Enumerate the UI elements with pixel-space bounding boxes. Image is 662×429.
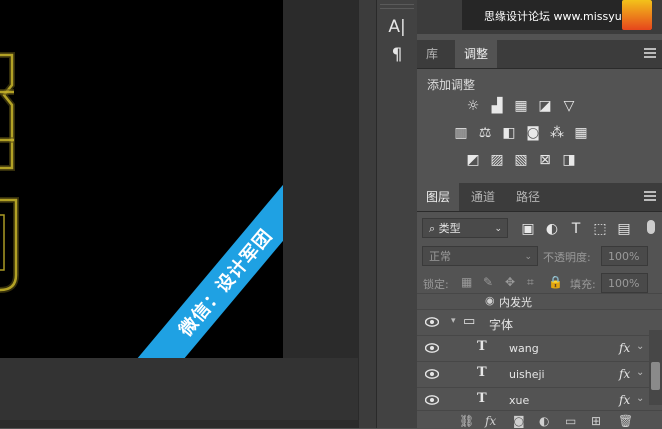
navigator-thumbnail[interactable]: 思缘设计论坛 www.missyuan.com [462,0,652,30]
eye-icon[interactable]: ◉ [485,294,495,307]
effect-name: 内发光 [499,296,532,309]
vibrance-icon[interactable]: ▽ [561,98,577,114]
layers-footer: ⛓ fx ◙ ◐ ▭ ⊞ 🗑 [417,410,662,429]
blend-mode-select[interactable]: 正常 ⌄ [422,246,538,266]
lock-artboard-icon[interactable]: ⌗ [527,275,534,290]
selective-color-icon[interactable]: ⊠ [537,152,553,168]
chevron-down-icon: ⌄ [494,224,502,234]
black-white-icon[interactable]: ◧ [501,125,517,141]
brightness-icon[interactable]: ☼ [465,98,481,114]
trash-icon[interactable]: 🗑 [618,414,633,428]
color-balance-icon[interactable]: ⚖ [477,125,493,141]
opacity-field[interactable]: 100% [601,246,648,266]
layer-name: wang [509,342,539,355]
eye-icon[interactable] [425,395,439,405]
right-panels: 思缘设计论坛 www.missyuan.com 库 调整 添加调整 ☼ ▟ ▦ … [417,0,662,429]
paragraph-icon: ¶ [391,45,403,65]
group-name: 字体 [489,318,514,332]
lock-move-icon[interactable]: ✥ [505,275,515,289]
fill-label: 填充: [570,278,596,291]
lock-all-icon[interactable]: 🔒 [548,275,563,289]
tab-adjustments[interactable]: 调整 [455,40,498,68]
fx-icon[interactable]: fx [485,414,496,428]
paragraph-panel-button[interactable]: ¶ [383,43,411,67]
fx-icon[interactable]: fx [619,393,630,407]
glowing-letters-artwork [0,52,19,293]
adjustments-tabbar: 库 调整 [417,40,662,69]
character-panel-button[interactable]: A| [383,15,411,39]
site-logo-icon [622,0,652,30]
filter-pixel-icon[interactable]: ▣ [520,221,536,237]
tab-paths[interactable]: 路径 [507,183,549,211]
layer-name: xue [509,394,530,407]
layers-scroll-thumb[interactable] [651,362,660,390]
navigator-panel: 思缘设计论坛 www.missyuan.com [417,0,662,34]
canvas-bottom-area [0,358,358,420]
posterize-icon[interactable]: ▨ [489,152,505,168]
adjustment-layer-icon[interactable]: ◐ [539,414,549,428]
dock-grip[interactable] [380,4,414,9]
canvas-vertical-scrollbar[interactable] [358,0,376,428]
eye-icon[interactable] [425,317,439,327]
filter-type-icon[interactable]: T [568,221,584,237]
threshold-icon[interactable]: ▧ [513,152,529,168]
layer-row-wang[interactable]: T wang fx ⌄ [417,335,662,362]
add-adjustment-title: 添加调整 [427,78,476,92]
fx-icon[interactable]: fx [619,341,630,355]
mask-icon[interactable]: ◙ [513,414,525,428]
filter-smartobject-icon[interactable]: ▤ [616,221,632,237]
color-lookup-icon[interactable]: ▦ [573,125,589,141]
type-layer-icon: T [477,339,487,354]
lock-transparent-icon[interactable]: ▦ [461,275,472,289]
layer-row-uisheji[interactable]: T uisheji fx ⌄ [417,361,662,388]
gradient-map-icon[interactable]: ◨ [561,152,577,168]
group-folder-icon[interactable]: ▭ [565,414,576,428]
fx-icon[interactable]: fx [619,367,630,381]
eye-icon[interactable] [425,369,439,379]
chevron-down-icon[interactable]: ▾ [451,316,456,326]
tab-library[interactable]: 库 [417,40,447,68]
folder-icon: ▭ [463,314,476,329]
tab-layers[interactable]: 图层 [417,183,460,211]
panel-menu-icon[interactable] [644,48,656,58]
chevron-down-icon: ⌄ [524,252,532,262]
opacity-label: 不透明度: [543,251,591,264]
invert-icon[interactable]: ◩ [465,152,481,168]
layers-tabbar: 图层 通道 路径 [417,183,662,212]
type-layer-icon: T [477,391,487,406]
lock-label: 锁定: [423,278,449,291]
document-canvas[interactable]: 微信：设计军团 [0,0,283,358]
chevron-down-icon[interactable]: ⌄ [636,341,644,352]
channel-mixer-icon[interactable]: ⁂ [549,125,565,141]
chevron-down-icon[interactable]: ⌄ [636,367,644,378]
eye-icon[interactable] [425,343,439,353]
levels-icon[interactable]: ▟ [489,98,505,114]
link-icon[interactable]: ⛓ [459,414,474,428]
character-icon: A| [388,17,406,37]
tab-channels[interactable]: 通道 [462,183,504,211]
layer-effect-row[interactable]: ◉ 内发光 [417,293,662,310]
hue-saturation-icon[interactable]: ▥ [453,125,469,141]
layer-filter-select[interactable]: ⌕ 类型 ⌄ [422,218,508,238]
chevron-down-icon[interactable]: ⌄ [636,393,644,404]
exposure-icon[interactable]: ◪ [537,98,553,114]
filter-toggle[interactable] [647,220,655,234]
photo-filter-icon[interactable]: ◙ [525,125,541,141]
filter-shape-icon[interactable]: ⬚ [592,221,608,237]
panel-dock-column: A| ¶ [376,0,418,428]
layer-name: uisheji [509,368,545,381]
layers-menu-icon[interactable] [644,191,656,201]
new-layer-icon[interactable]: ⊞ [591,414,601,428]
filter-adjustment-icon[interactable]: ◐ [544,221,560,237]
curves-icon[interactable]: ▦ [513,98,529,114]
fill-field[interactable]: 100% [601,273,648,293]
lock-brush-icon[interactable]: ✎ [483,275,493,289]
canvas-area[interactable]: 微信：设计军团 [0,0,375,428]
type-layer-icon: T [477,365,487,380]
layer-group-row[interactable]: ▾ ▭ 字体 [417,309,662,336]
search-icon: ⌕ [429,222,439,235]
